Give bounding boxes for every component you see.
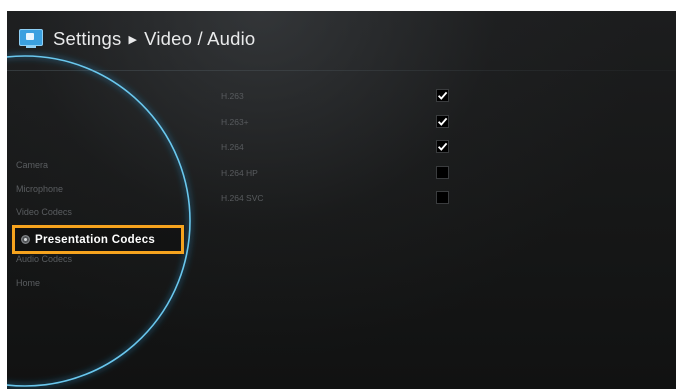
breadcrumb-arrow-icon: ▶ xyxy=(128,34,138,46)
menu-item-video-codecs[interactable]: Video Codecs xyxy=(16,201,72,225)
header: Settings ▶ Video / Audio xyxy=(19,25,255,53)
menu-item-home[interactable]: Home xyxy=(16,272,72,296)
codec-label: H.264 xyxy=(221,142,244,152)
selected-bullet-icon xyxy=(21,235,30,244)
codec-label: H.263+ xyxy=(221,116,249,127)
breadcrumb-video-audio: Video / Audio xyxy=(144,28,256,49)
codec-row-h263plus: H.263+ xyxy=(221,111,461,137)
page-title: Settings ▶ Video / Audio xyxy=(53,28,255,50)
menu-item-label-presentation-codecs: Presentation Codecs xyxy=(35,233,156,246)
codec-label: H.264 SVC xyxy=(221,193,264,203)
codec-label: H.264 HP xyxy=(221,167,258,178)
header-divider xyxy=(7,70,676,71)
codec-row-h263: H.263 xyxy=(221,85,461,111)
codec-checkbox-h264hp[interactable] xyxy=(436,165,449,179)
checkmark-icon xyxy=(437,142,448,151)
settings-screen: Settings ▶ Video / Audio Camera Microphone… xyxy=(7,11,676,389)
codec-checkbox-h263[interactable] xyxy=(436,89,449,102)
codec-row-h264svc: H.264 SVC xyxy=(221,187,461,213)
codec-checkbox-h264[interactable] xyxy=(436,140,449,153)
codec-list: H.263 H.263+ H.264 H.264 HP H.264 SVC xyxy=(221,85,461,213)
codec-label: H.263 xyxy=(221,91,244,101)
codec-checkbox-h263plus[interactable] xyxy=(436,114,449,128)
codec-checkbox-h264svc[interactable] xyxy=(436,191,449,204)
menu-item-presentation-codecs[interactable]: Presentation Codecs xyxy=(12,225,184,254)
checkmark-icon xyxy=(437,117,448,126)
breadcrumb-settings: Settings xyxy=(53,28,122,49)
menu-item-camera[interactable]: Camera xyxy=(16,154,72,178)
checkmark-icon xyxy=(437,91,448,100)
monitor-icon xyxy=(19,29,43,49)
codec-row-h264: H.264 xyxy=(221,136,461,162)
menu-item-microphone[interactable]: Microphone xyxy=(16,178,72,202)
codec-row-h264hp: H.264 HP xyxy=(221,162,461,188)
